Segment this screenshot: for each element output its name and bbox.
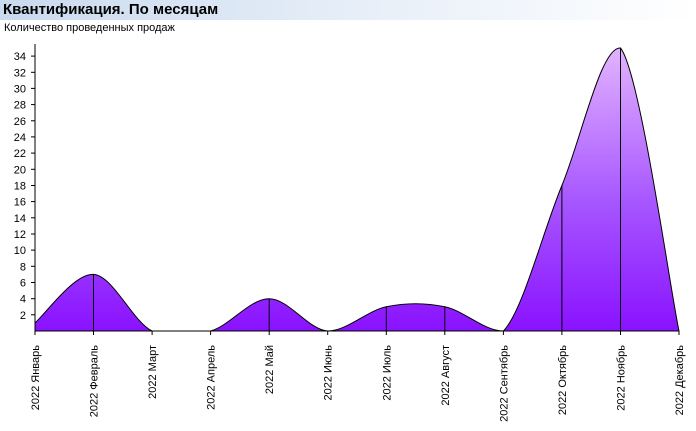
y-tick-label: 16 — [14, 197, 26, 209]
x-tick-label: 2022 Май — [264, 345, 276, 394]
x-tick-label: 2022 Август — [440, 345, 452, 406]
y-tick-label: 2 — [20, 310, 26, 322]
y-tick-label: 28 — [14, 100, 26, 112]
y-tick-label: 20 — [14, 164, 26, 176]
y-tick-label: 24 — [14, 132, 26, 144]
y-tick-label: 22 — [14, 148, 26, 160]
y-tick-label: 6 — [20, 278, 26, 290]
y-tick-label: 18 — [14, 181, 26, 193]
x-tick-label: 2022 Октябрь — [557, 345, 569, 415]
y-tick-label: 4 — [20, 294, 26, 306]
x-tick-label: 2022 Ноябрь — [616, 345, 628, 411]
area-fill — [35, 47, 679, 332]
y-tick-label: 12 — [14, 229, 26, 241]
y-tick-label: 30 — [14, 83, 26, 95]
x-tick-label: 2022 Январь — [30, 345, 42, 411]
y-tick-label: 8 — [20, 261, 26, 273]
y-tick-label: 32 — [14, 67, 26, 79]
y-tick-label: 26 — [14, 116, 26, 128]
x-tick-label: 2022 Февраль — [89, 345, 101, 418]
x-tick-label: 2022 Сентябрь — [498, 345, 510, 422]
y-tick-label: 34 — [14, 51, 26, 63]
y-tick-label: 14 — [14, 213, 26, 225]
x-tick-label: 2022 Апрель — [206, 345, 218, 410]
y-tick-label: 10 — [14, 245, 26, 257]
x-tick-label: 2022 Декабрь — [674, 345, 686, 416]
x-tick-label: 2022 Март — [147, 345, 159, 399]
x-tick-label: 2022 Июль — [381, 345, 393, 401]
x-tick-label: 2022 Июнь — [323, 345, 335, 401]
area-chart: 246810121416182022242628303234 2022 Янва… — [14, 44, 686, 422]
